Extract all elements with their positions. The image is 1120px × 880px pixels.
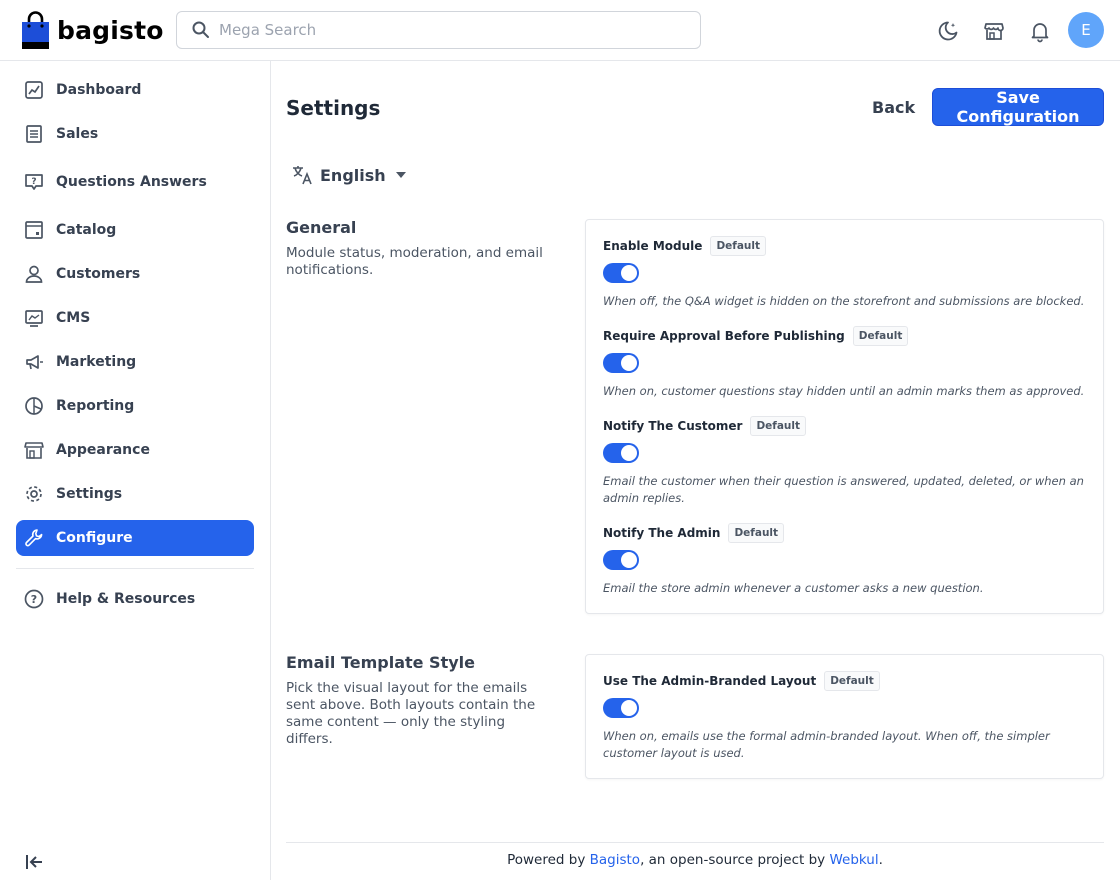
- field-help-text: Email the store admin whenever a custome…: [603, 581, 984, 595]
- field-label: Notify The Admin: [603, 526, 721, 540]
- notify-admin-toggle[interactable]: [603, 550, 639, 570]
- avatar-initial: E: [1081, 21, 1091, 39]
- settings-gear-icon: [24, 484, 44, 504]
- svg-text:?: ?: [31, 177, 36, 187]
- dark-mode-icon[interactable]: [936, 19, 960, 43]
- sidebar-item-reporting[interactable]: Reporting: [16, 388, 254, 424]
- section-description-email-template: Pick the visual layout for the emails se…: [286, 680, 536, 747]
- sidebar-item-label: Configure: [56, 530, 133, 546]
- sidebar-item-dashboard[interactable]: Dashboard: [16, 72, 254, 108]
- brand-name: bagisto: [57, 15, 164, 45]
- field-admin-branded-layout: Use The Admin-Branded Layout Default Whe…: [603, 671, 1088, 762]
- default-badge: Default: [824, 671, 880, 691]
- back-button[interactable]: Back: [858, 88, 929, 126]
- storefront-icon[interactable]: [982, 19, 1006, 43]
- section-title-general: General: [286, 218, 357, 237]
- field-label: Use The Admin-Branded Layout: [603, 674, 817, 688]
- sidebar-item-label: Questions Answers: [56, 174, 207, 190]
- field-help-text: Email the customer when their question i…: [603, 474, 1084, 505]
- search-input[interactable]: [219, 21, 679, 39]
- footer-divider: [286, 842, 1104, 843]
- sidebar-item-label: Customers: [56, 266, 141, 282]
- admin-branded-layout-toggle[interactable]: [603, 698, 639, 718]
- search-icon: [192, 21, 209, 38]
- field-notify-customer: Notify The Customer Default Email the cu…: [603, 416, 1088, 507]
- sidebar-item-help-resources[interactable]: ? Help & Resources: [16, 581, 254, 617]
- sidebar-item-configure[interactable]: Configure: [16, 520, 254, 556]
- sidebar-item-label: Marketing: [56, 354, 137, 370]
- require-approval-toggle[interactable]: [603, 353, 639, 373]
- sidebar-divider: [16, 568, 254, 569]
- field-help-text: When off, the Q&A widget is hidden on th…: [603, 294, 1085, 308]
- sidebar-item-questions-answers[interactable]: ? Questions Answers: [16, 164, 254, 200]
- field-label: Enable Module: [603, 239, 703, 253]
- sidebar-item-label: Appearance: [56, 442, 150, 458]
- footer-prefix: Powered by: [507, 852, 590, 868]
- sidebar-item-label: Dashboard: [56, 82, 142, 98]
- catalog-icon: [24, 220, 44, 240]
- help-icon: ?: [24, 589, 44, 609]
- sidebar-item-cms[interactable]: CMS: [16, 300, 254, 336]
- dashboard-icon: [24, 80, 44, 100]
- sidebar-item-label: Reporting: [56, 398, 135, 414]
- bagisto-link[interactable]: Bagisto: [590, 852, 640, 868]
- field-notify-admin: Notify The Admin Default Email the store…: [603, 523, 1088, 597]
- sidebar-item-catalog[interactable]: Catalog: [16, 212, 254, 248]
- field-enable-module: Enable Module Default When off, the Q&A …: [603, 236, 1088, 310]
- section-title-email-template: Email Template Style: [286, 653, 475, 672]
- sidebar-item-label: CMS: [56, 310, 91, 326]
- field-help-text: When on, emails use the formal admin-bra…: [603, 729, 1050, 760]
- webkul-link[interactable]: Webkul: [829, 852, 878, 868]
- general-settings-card: Enable Module Default When off, the Q&A …: [585, 219, 1104, 614]
- sidebar-item-marketing[interactable]: Marketing: [16, 344, 254, 380]
- field-label: Notify The Customer: [603, 419, 743, 433]
- appearance-icon: [24, 440, 44, 460]
- locale-switcher[interactable]: English: [290, 162, 406, 188]
- field-require-approval: Require Approval Before Publishing Defau…: [603, 326, 1088, 400]
- reporting-icon: [24, 396, 44, 416]
- customers-icon: [24, 264, 44, 284]
- collapse-sidebar-icon[interactable]: [24, 852, 44, 872]
- default-badge: Default: [710, 236, 767, 256]
- sidebar-nav: Dashboard Sales ? Questions Answers Cata…: [0, 61, 271, 880]
- sidebar-item-label: Catalog: [56, 222, 117, 238]
- svg-text:?: ?: [31, 593, 37, 606]
- notifications-bell-icon[interactable]: [1028, 19, 1052, 43]
- translate-icon: [293, 166, 312, 185]
- notify-customer-toggle[interactable]: [603, 443, 639, 463]
- marketing-icon: [24, 352, 44, 372]
- save-configuration-button[interactable]: Save Configuration: [932, 88, 1104, 126]
- brand-logo[interactable]: bagisto: [21, 11, 164, 49]
- questions-icon: ?: [24, 172, 44, 192]
- sidebar-item-customers[interactable]: Customers: [16, 256, 254, 292]
- page-title: Settings: [286, 96, 381, 120]
- section-description-general: Module status, moderation, and email not…: [286, 245, 543, 278]
- caret-down-icon: [395, 172, 406, 178]
- sidebar-item-sales[interactable]: Sales: [16, 116, 254, 152]
- sidebar-item-label: Settings: [56, 486, 123, 502]
- default-badge: Default: [852, 326, 909, 346]
- user-avatar[interactable]: E: [1068, 12, 1104, 48]
- field-label: Require Approval Before Publishing: [603, 329, 845, 343]
- enable-module-toggle[interactable]: [603, 263, 639, 283]
- sidebar-item-label: Help & Resources: [56, 591, 196, 607]
- cms-icon: [24, 308, 44, 328]
- mega-search-box[interactable]: [176, 11, 701, 49]
- shopping-bag-logo-icon: [21, 11, 50, 49]
- locale-label: English: [320, 165, 386, 185]
- configure-wrench-icon: [24, 528, 44, 548]
- email-template-card: Use The Admin-Branded Layout Default Whe…: [585, 654, 1104, 779]
- field-help-text: When on, customer questions stay hidden …: [603, 384, 1085, 398]
- footer-middle: , an open-source project by: [640, 852, 830, 868]
- sidebar-item-appearance[interactable]: Appearance: [16, 432, 254, 468]
- sales-icon: [24, 124, 44, 144]
- default-badge: Default: [750, 416, 807, 436]
- default-badge: Default: [728, 523, 785, 543]
- top-header: bagisto E: [0, 0, 1120, 61]
- sidebar-item-label: Sales: [56, 126, 99, 142]
- footer: Powered by Bagisto, an open-source proje…: [286, 852, 1104, 868]
- sidebar-item-settings[interactable]: Settings: [16, 476, 254, 512]
- footer-suffix: .: [878, 852, 883, 868]
